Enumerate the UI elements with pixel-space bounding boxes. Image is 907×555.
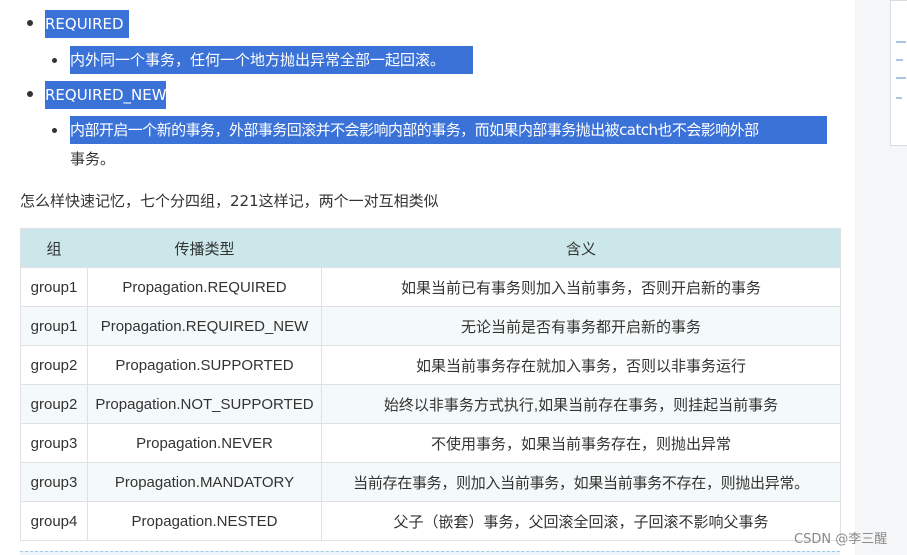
list-item-required: REQUIRED	[45, 10, 129, 38]
header-meaning: 含义	[321, 228, 841, 268]
cell-type: Propagation.NOT_SUPPORTED	[87, 384, 322, 424]
cell-type: Propagation.NESTED	[87, 501, 322, 541]
list-subitem-required-new-line1: 内部开启一个新的事务，外部事务回滚并不会影响内部的事务，而如果内部事务抛出被ca…	[70, 116, 827, 144]
cell-group: group1	[20, 306, 88, 346]
cell-meaning: 如果当前事务存在就加入事务，否则以非事务运行	[321, 345, 841, 385]
thumbnail-line	[896, 97, 902, 99]
bullet-dot	[52, 128, 57, 133]
table-row: group3 Propagation.MANDATORY 当前存在事务，则加入当…	[20, 462, 841, 502]
cell-group: group3	[20, 462, 88, 502]
memory-tip-paragraph: 怎么样快速记忆，七个分四组，221这样记，两个一对互相类似	[20, 192, 439, 210]
cell-type: Propagation.SUPPORTED	[87, 345, 322, 385]
cell-group: group3	[20, 423, 88, 463]
table-row: group4 Propagation.NESTED 父子（嵌套）事务，父回滚全回…	[20, 501, 841, 541]
cell-meaning: 如果当前已有事务则加入当前事务，否则开启新的事务	[321, 267, 841, 307]
csdn-watermark: CSDN @李三醒	[794, 532, 888, 547]
table-row: group1 Propagation.REQUIRED_NEW 无论当前是否有事…	[20, 306, 841, 346]
bullet-dot	[27, 91, 33, 97]
cell-meaning: 父子（嵌套）事务，父回滚全回滚，子回滚不影响父事务	[321, 501, 841, 541]
table-row: group2 Propagation.SUPPORTED 如果当前事务存在就加入…	[20, 345, 841, 385]
table-header-row: 组 传播类型 含义	[20, 228, 841, 268]
list-subitem-required: 内外同一个事务，任何一个地方抛出异常全部一起回滚。	[70, 46, 473, 74]
list-subitem-required-new-line2: 事务。	[70, 150, 116, 168]
propagation-table: 组 传播类型 含义 group1 Propagation.REQUIRED 如果…	[20, 228, 841, 541]
header-propagation-type: 传播类型	[87, 228, 322, 268]
table-row: group2 Propagation.NOT_SUPPORTED 始终以非事务方…	[20, 384, 841, 424]
thumbnail-line	[896, 59, 903, 61]
cell-type: Propagation.REQUIRED_NEW	[87, 306, 322, 346]
header-group: 组	[20, 228, 88, 268]
cell-meaning: 当前存在事务，则加入当前事务，如果当前事务不存在，则抛出异常。	[321, 462, 841, 502]
cell-type: Propagation.REQUIRED	[87, 267, 322, 307]
table-row: group1 Propagation.REQUIRED 如果当前已有事务则加入当…	[20, 267, 841, 307]
cell-meaning: 不使用事务，如果当前事务存在，则抛出异常	[321, 423, 841, 463]
thumbnail-line	[896, 41, 906, 43]
next-block-edge	[20, 551, 840, 555]
bullet-dot	[27, 20, 33, 26]
cell-group: group4	[20, 501, 88, 541]
cell-meaning: 无论当前是否有事务都开启新的事务	[321, 306, 841, 346]
list-item-required-new: REQUIRED_NEW	[45, 81, 167, 109]
sidebar-card-thumbnail[interactable]	[890, 0, 907, 146]
table-row: group3 Propagation.NEVER 不使用事务，如果当前事务存在，…	[20, 423, 841, 463]
cell-meaning: 始终以非事务方式执行,如果当前存在事务，则挂起当前事务	[321, 384, 841, 424]
cell-type: Propagation.NEVER	[87, 423, 322, 463]
cell-group: group2	[20, 384, 88, 424]
article-body: REQUIRED 内外同一个事务，任何一个地方抛出异常全部一起回滚。 REQUI…	[0, 0, 855, 555]
cell-type: Propagation.MANDATORY	[87, 462, 322, 502]
thumbnail-line	[896, 77, 906, 79]
cell-group: group1	[20, 267, 88, 307]
bullet-dot	[52, 58, 57, 63]
cell-group: group2	[20, 345, 88, 385]
